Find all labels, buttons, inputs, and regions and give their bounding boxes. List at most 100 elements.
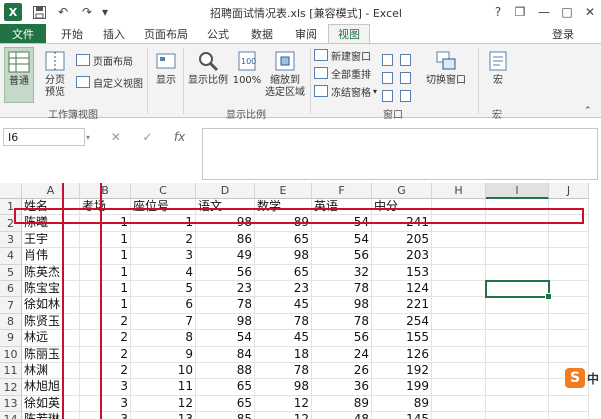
data-cell[interactable]: 24 [312, 346, 372, 363]
data-cell[interactable] [549, 395, 589, 413]
column-header-c[interactable]: C [131, 183, 196, 199]
data-cell[interactable] [486, 313, 549, 331]
data-cell[interactable] [549, 231, 589, 249]
macros-button[interactable]: 宏 [484, 49, 512, 87]
active-cell-i6[interactable] [485, 280, 552, 301]
tab-view[interactable]: 视图 [328, 24, 370, 43]
data-cell[interactable] [549, 330, 589, 347]
save-icon[interactable] [30, 3, 48, 21]
data-cell[interactable] [486, 379, 549, 396]
column-header-i[interactable]: I [486, 183, 549, 199]
data-cell[interactable]: 65 [196, 379, 255, 396]
data-cell[interactable]: 1 [80, 281, 131, 298]
data-cell[interactable]: 56 [312, 330, 372, 347]
header-cell[interactable]: 中分 [372, 199, 432, 216]
data-cell[interactable]: 1 [80, 264, 131, 281]
data-cell[interactable]: 2 [80, 330, 131, 347]
tab-home[interactable]: 开始 [54, 24, 90, 43]
data-cell[interactable]: 98 [196, 215, 255, 232]
undo-icon[interactable]: ↶ [54, 3, 72, 21]
row-header[interactable]: 10 [0, 346, 22, 363]
data-cell[interactable]: 陈英杰 [22, 264, 80, 281]
row-header[interactable]: 11 [0, 363, 22, 380]
data-cell[interactable]: 肖伟 [22, 248, 80, 265]
normal-view-button[interactable]: 普通 [4, 47, 34, 103]
data-cell[interactable]: 王宇 [22, 231, 80, 249]
data-cell[interactable]: 205 [372, 231, 432, 249]
data-cell[interactable]: 林渊 [22, 363, 80, 380]
data-cell[interactable]: 124 [372, 281, 432, 298]
arrange-all-button[interactable]: 全部重排 [314, 65, 371, 81]
row-header[interactable]: 13 [0, 395, 22, 413]
data-cell[interactable]: 85 [196, 412, 255, 419]
data-cell[interactable] [432, 281, 486, 298]
data-cell[interactable]: 86 [196, 231, 255, 249]
data-cell[interactable]: 3 [80, 379, 131, 396]
data-cell[interactable]: 林远 [22, 330, 80, 347]
column-header-f[interactable]: F [312, 183, 372, 199]
enter-icon[interactable]: ✓ [142, 130, 152, 144]
data-cell[interactable]: 徐如林 [22, 297, 80, 314]
data-cell[interactable]: 45 [255, 330, 312, 347]
data-cell[interactable]: 54 [196, 330, 255, 347]
data-cell[interactable]: 3 [80, 412, 131, 419]
data-cell[interactable]: 7 [131, 313, 196, 331]
header-cell[interactable] [486, 199, 549, 216]
redo-icon[interactable]: ↷ [78, 3, 96, 21]
data-cell[interactable] [432, 346, 486, 363]
data-cell[interactable]: 48 [312, 412, 372, 419]
data-cell[interactable]: 65 [255, 231, 312, 249]
header-cell[interactable]: 语文 [196, 199, 255, 216]
cancel-icon[interactable]: ✕ [111, 130, 121, 144]
data-cell[interactable]: 林旭旭 [22, 379, 80, 396]
data-cell[interactable] [549, 215, 589, 232]
tab-file[interactable]: 文件 [0, 24, 46, 43]
data-cell[interactable]: 2 [80, 363, 131, 380]
column-header-j[interactable]: J [549, 183, 589, 199]
data-cell[interactable]: 45 [255, 297, 312, 314]
tab-insert[interactable]: 插入 [96, 24, 132, 43]
data-cell[interactable] [486, 215, 549, 232]
data-cell[interactable] [486, 264, 549, 281]
worksheet-grid[interactable]: A B C D E F G H I J 1 姓名 考场 座位号 语文 数学 英语 中分 2 陈曦 1 1 98 89 54 241… [0, 183, 601, 419]
custom-view-button[interactable]: 自定义视图 [76, 74, 143, 90]
reset-window-icon[interactable] [400, 88, 414, 104]
data-cell[interactable] [486, 231, 549, 249]
data-cell[interactable]: 1 [80, 248, 131, 265]
header-cell[interactable]: 数学 [255, 199, 312, 216]
row-header[interactable]: 6 [0, 281, 22, 298]
data-cell[interactable] [549, 412, 589, 419]
switch-windows-button[interactable]: 切换窗口 [420, 49, 472, 87]
formula-input[interactable] [202, 128, 598, 180]
data-cell[interactable] [486, 395, 549, 413]
column-header-b[interactable]: B [80, 183, 131, 199]
data-cell[interactable]: 56 [196, 264, 255, 281]
data-cell[interactable]: 78 [312, 313, 372, 331]
header-cell[interactable] [549, 199, 589, 216]
name-box[interactable]: I6 [3, 128, 85, 146]
collapse-ribbon-icon[interactable]: ⌃ [584, 102, 592, 120]
data-cell[interactable]: 徐如英 [22, 395, 80, 413]
data-cell[interactable]: 145 [372, 412, 432, 419]
data-cell[interactable] [549, 281, 589, 298]
close-button[interactable]: ✕ [579, 2, 601, 22]
data-cell[interactable]: 89 [372, 395, 432, 413]
data-cell[interactable]: 89 [312, 395, 372, 413]
data-cell[interactable]: 78 [255, 363, 312, 380]
data-cell[interactable]: 陈宝宝 [22, 281, 80, 298]
header-cell[interactable] [432, 199, 486, 216]
data-cell[interactable]: 88 [196, 363, 255, 380]
data-cell[interactable]: 98 [312, 297, 372, 314]
data-cell[interactable] [432, 313, 486, 331]
data-cell[interactable] [432, 264, 486, 281]
row-header[interactable]: 5 [0, 264, 22, 281]
data-cell[interactable]: 84 [196, 346, 255, 363]
data-cell[interactable]: 12 [131, 395, 196, 413]
minimize-button[interactable]: — [533, 2, 555, 22]
login-link[interactable]: 登录 [548, 24, 578, 43]
zoom-selection-button[interactable]: 缩放到 选定区域 [264, 49, 306, 99]
data-cell[interactable]: 155 [372, 330, 432, 347]
data-cell[interactable] [432, 231, 486, 249]
data-cell[interactable]: 1 [80, 297, 131, 314]
data-cell[interactable] [432, 379, 486, 396]
